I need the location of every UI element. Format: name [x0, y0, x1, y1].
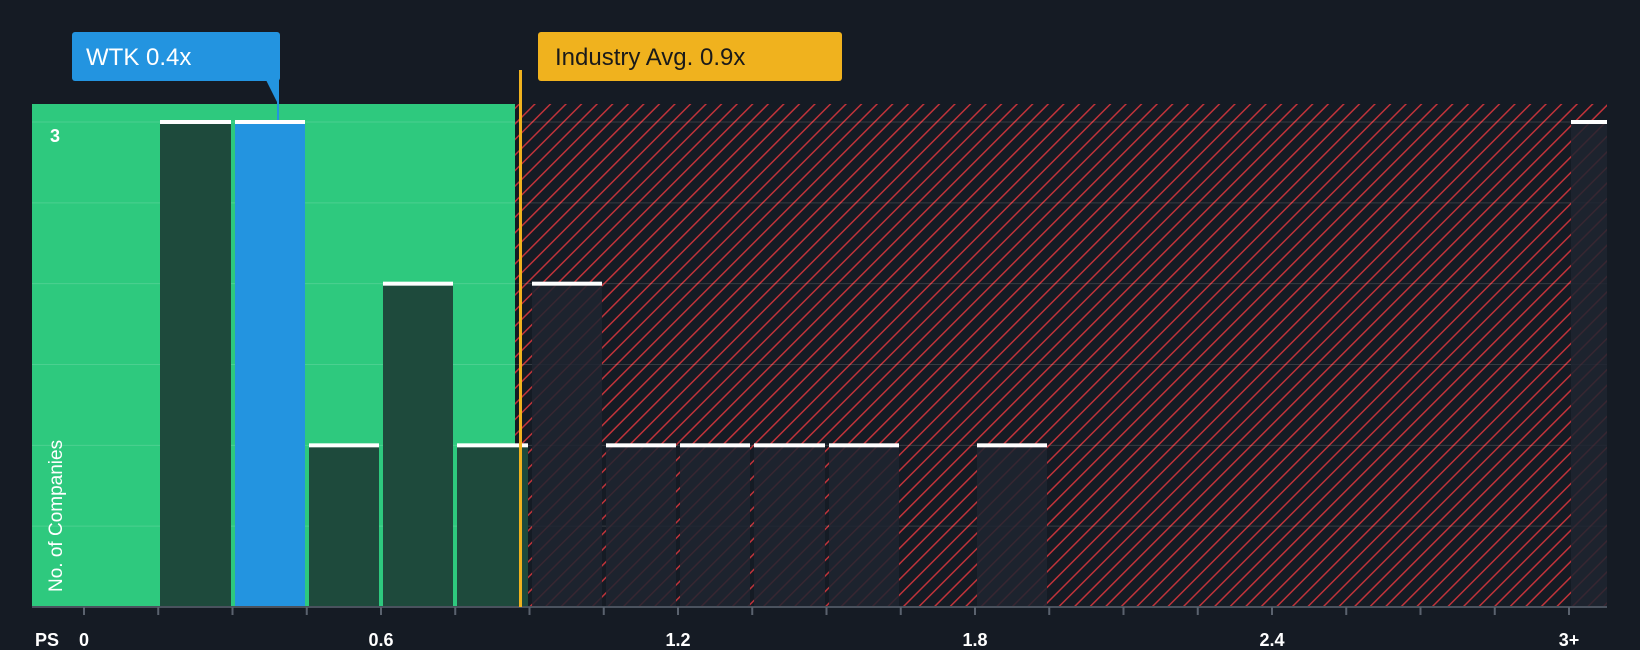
- histogram-bar: [829, 445, 899, 607]
- x-axis-label: PS: [35, 630, 59, 650]
- overvalued-zone: [515, 104, 1607, 607]
- histogram-bar: [1571, 122, 1607, 607]
- x-tick-label: 2.4: [1259, 630, 1284, 650]
- y-axis-label: No. of Companies: [46, 440, 67, 592]
- industry-avg-label: Industry Avg. 0.9x: [555, 44, 745, 71]
- bar-cap: [235, 120, 305, 124]
- histogram-bar: [680, 445, 750, 607]
- x-tick-label: 1.8: [962, 630, 987, 650]
- bar-cap: [977, 443, 1047, 448]
- company-bar: [235, 122, 305, 607]
- bar-cap: [754, 443, 825, 448]
- bar-cap: [829, 443, 899, 448]
- x-tick-label: 0.6: [368, 630, 393, 650]
- histogram-bar: [606, 445, 676, 607]
- x-tick-label: 3+: [1559, 630, 1580, 650]
- company-callout-pointer: [266, 80, 278, 104]
- histogram-bar: [532, 283, 602, 607]
- bar-cap: [160, 120, 231, 124]
- histogram-bar: [977, 445, 1047, 607]
- bar-cap: [309, 443, 379, 448]
- bar-cap: [1571, 120, 1607, 124]
- histogram-bar: [383, 283, 453, 607]
- bar-cap: [457, 443, 528, 448]
- chart-canvas: No. of Companies PS 0 0.6 1.2 1.8 2.4 3+ 3 Ind…: [32, 32, 1607, 650]
- bar-cap: [680, 443, 750, 448]
- histogram-bar: [309, 445, 379, 607]
- y-tick-label: 3: [50, 126, 60, 146]
- x-tick-label: 1.2: [665, 630, 690, 650]
- bar-cap: [383, 281, 453, 286]
- histogram-bar: [457, 445, 528, 607]
- histogram-bar: [754, 445, 825, 607]
- bar-cap: [606, 443, 676, 448]
- x-tick-label: 0: [79, 630, 89, 650]
- ps-distribution-chart: No. of Companies PS 0 0.6 1.2 1.8 2.4 3+ 3 Ind…: [0, 0, 1640, 650]
- histogram-bar: [160, 122, 231, 607]
- bar-cap: [532, 281, 602, 286]
- company-label: WTK 0.4x: [86, 44, 191, 71]
